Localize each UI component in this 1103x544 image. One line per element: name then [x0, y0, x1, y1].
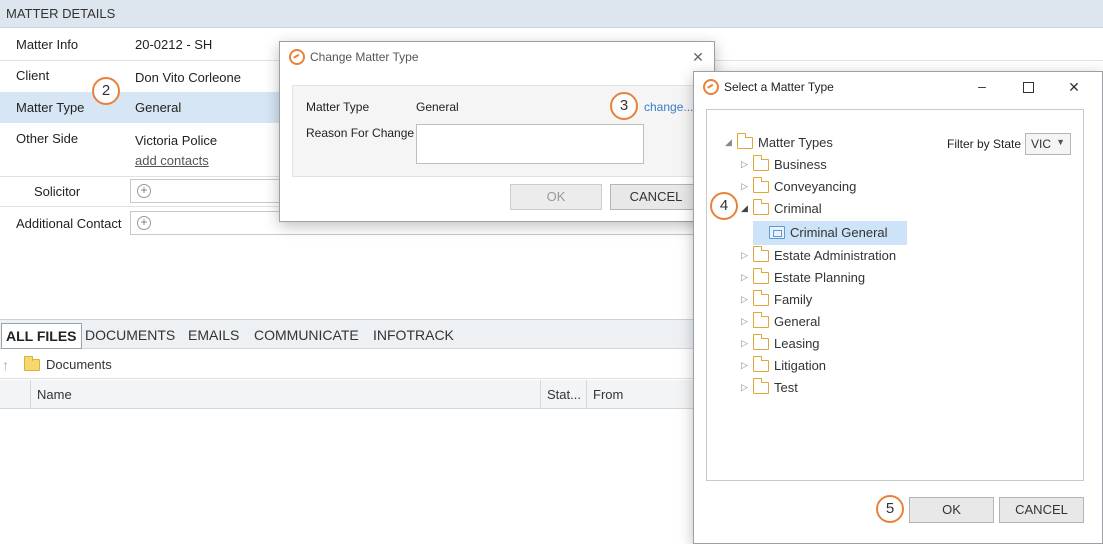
- add-icon[interactable]: +: [137, 184, 151, 198]
- cancel-button[interactable]: CANCEL: [999, 497, 1084, 523]
- expand-arrow-icon[interactable]: ▷: [741, 250, 753, 261]
- folder-icon: [752, 377, 769, 394]
- tree-item-family[interactable]: ▷ Family: [741, 289, 812, 311]
- folder-icon: [752, 333, 769, 350]
- tree-item-estate-planning[interactable]: ▷ Estate Planning: [741, 267, 865, 289]
- tab-all-files[interactable]: ALL FILES: [1, 323, 82, 349]
- matter-details-header: MATTER DETAILS: [0, 0, 1103, 28]
- solicitor-label: Solicitor: [34, 184, 81, 199]
- add-contacts-link[interactable]: add contacts: [135, 153, 209, 168]
- other-side-value: Victoria Police: [135, 133, 218, 148]
- matter-type-value: General: [135, 100, 182, 115]
- ok-button[interactable]: OK: [909, 497, 994, 523]
- column-status[interactable]: Stat...: [540, 380, 586, 409]
- matter-info-value: 20-0212 - SH: [135, 37, 213, 52]
- minimize-icon[interactable]: –: [974, 79, 990, 95]
- tree-item-leasing[interactable]: ▷ Leasing: [741, 333, 820, 355]
- dialog-title-bar: Change Matter Type ✕: [280, 42, 714, 72]
- step-callout: 4: [710, 192, 738, 220]
- column-from[interactable]: From: [586, 380, 706, 409]
- step-callout: 2: [92, 77, 120, 105]
- step-callout: 3: [610, 92, 638, 120]
- expand-arrow-icon[interactable]: ▷: [741, 316, 753, 327]
- tree-item-business[interactable]: ▷ Business: [741, 154, 827, 176]
- additional-contact-label: Additional Contact: [16, 216, 122, 231]
- folder-icon: [752, 311, 769, 328]
- collapse-arrow-icon[interactable]: ◢: [725, 137, 737, 148]
- folder-icon: [752, 267, 769, 284]
- add-icon[interactable]: +: [137, 216, 151, 230]
- reason-label: Reason For Change: [306, 126, 415, 140]
- state-filter-select[interactable]: VIC ▼: [1025, 133, 1071, 155]
- tab-emails[interactable]: EMAILS: [188, 327, 239, 343]
- tab-documents[interactable]: DOCUMENTS: [85, 327, 175, 343]
- reason-input[interactable]: [416, 124, 644, 164]
- matter-info-label: Matter Info: [16, 37, 79, 52]
- path-label[interactable]: Documents: [46, 357, 112, 372]
- tree-item-general[interactable]: ▷ General: [741, 311, 820, 333]
- close-icon[interactable]: ✕: [690, 50, 706, 66]
- client-label: Client: [16, 68, 50, 83]
- state-filter-value: VIC: [1031, 137, 1052, 151]
- maximize-icon[interactable]: [1020, 80, 1036, 96]
- step-callout: 5: [876, 495, 904, 523]
- column-name[interactable]: Name: [30, 380, 540, 409]
- tab-communicate[interactable]: COMMUNICATE: [254, 327, 359, 343]
- folder-icon: [752, 154, 769, 171]
- expand-arrow-icon[interactable]: ▷: [741, 360, 753, 371]
- change-link[interactable]: change...: [644, 100, 693, 114]
- expand-arrow-icon[interactable]: ▷: [741, 294, 753, 305]
- tree-item-litigation[interactable]: ▷ Litigation: [741, 355, 826, 377]
- matter-type-label: Matter Type: [16, 100, 85, 115]
- folder-icon: [752, 355, 769, 372]
- matter-type-label: Matter Type: [306, 100, 370, 114]
- chevron-down-icon: ▼: [1056, 137, 1065, 147]
- app-window: MATTER DETAILS Matter Info 20-0212 - SH …: [0, 0, 1103, 544]
- select-matter-type-dialog: Select a Matter Type – ✕ Filter by State…: [693, 71, 1103, 544]
- client-value: Don Vito Corleone: [135, 70, 241, 85]
- tree-item-test[interactable]: ▷ Test: [741, 377, 798, 399]
- tree-item-estate-administration[interactable]: ▷ Estate Administration: [741, 245, 896, 267]
- matter-type-icon: [769, 226, 785, 240]
- collapse-arrow-icon[interactable]: ◢: [741, 203, 753, 214]
- folder-icon: [752, 198, 769, 215]
- folder-icon: [24, 356, 40, 371]
- tree-root[interactable]: ◢ Matter Types: [725, 132, 833, 154]
- dialog-title-bar: Select a Matter Type – ✕: [694, 72, 1102, 102]
- folder-icon: [752, 289, 769, 306]
- folder-icon: [736, 132, 753, 149]
- tab-infotrack[interactable]: INFOTRACK: [373, 327, 454, 343]
- matter-type-tree: Filter by State VIC ▼ ◢ Matter Types ▷ Bus…: [706, 109, 1084, 481]
- expand-arrow-icon[interactable]: ▷: [741, 382, 753, 393]
- expand-arrow-icon[interactable]: ▷: [741, 272, 753, 283]
- cancel-button[interactable]: CANCEL: [610, 184, 702, 210]
- matter-type-value: General: [416, 100, 459, 114]
- tree-item-conveyancing[interactable]: ▷ Conveyancing: [741, 176, 856, 198]
- other-side-label: Other Side: [16, 131, 79, 146]
- dialog-title: Change Matter Type: [310, 50, 419, 64]
- tree-item-criminal[interactable]: ◢ Criminal: [741, 198, 822, 220]
- folder-icon: [752, 176, 769, 193]
- close-icon[interactable]: ✕: [1066, 80, 1082, 96]
- app-logo-icon: [703, 79, 719, 95]
- expand-arrow-icon[interactable]: ▷: [741, 159, 753, 170]
- filter-label: Filter by State: [947, 137, 1022, 151]
- dialog-form: Matter Type General change... Reason For…: [292, 85, 704, 177]
- tree-item-criminal-general[interactable]: Criminal General: [753, 221, 907, 245]
- arrow-up-icon[interactable]: ↑: [2, 357, 9, 373]
- folder-icon: [752, 245, 769, 262]
- dialog-title: Select a Matter Type: [724, 80, 834, 94]
- expand-arrow-icon[interactable]: ▷: [741, 181, 753, 192]
- expand-arrow-icon[interactable]: ▷: [741, 338, 753, 349]
- app-logo-icon: [289, 49, 305, 65]
- change-matter-type-dialog: Change Matter Type ✕ Matter Type General…: [279, 41, 715, 222]
- ok-button[interactable]: OK: [510, 184, 602, 210]
